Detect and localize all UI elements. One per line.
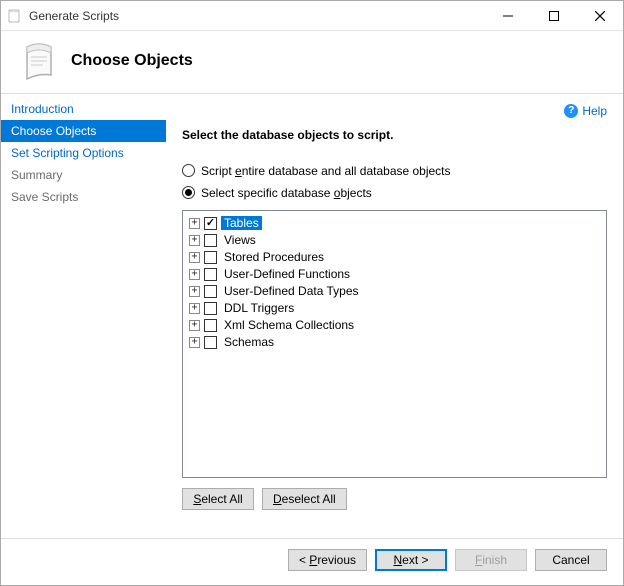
- checkbox[interactable]: [204, 268, 217, 281]
- sidebar-item-save-scripts: Save Scripts: [1, 186, 166, 208]
- help-icon: ?: [564, 104, 578, 118]
- expand-icon[interactable]: +: [189, 286, 200, 297]
- app-icon: [7, 8, 23, 24]
- checkbox[interactable]: [204, 319, 217, 332]
- tree-item-schemas[interactable]: + Schemas: [185, 334, 604, 351]
- expand-icon[interactable]: +: [189, 303, 200, 314]
- radio-script-entire-label: Script entire database and all database …: [201, 164, 451, 178]
- checkbox[interactable]: [204, 234, 217, 247]
- tree-label: Stored Procedures: [221, 250, 327, 264]
- maximize-button[interactable]: [531, 1, 577, 30]
- radio-icon: [182, 164, 195, 177]
- checkbox[interactable]: [204, 217, 217, 230]
- window-title: Generate Scripts: [29, 9, 485, 23]
- script-page-icon: [19, 41, 59, 81]
- help-row: ? Help: [182, 102, 607, 118]
- tree-label: Views: [221, 233, 259, 247]
- titlebar: Generate Scripts: [1, 1, 623, 31]
- objects-tree[interactable]: + Tables + Views + Stored Procedures +: [182, 210, 607, 478]
- wizard-sidebar: Introduction Choose Objects Set Scriptin…: [1, 94, 166, 538]
- checkbox[interactable]: [204, 302, 217, 315]
- checkbox[interactable]: [204, 336, 217, 349]
- sidebar-item-choose-objects[interactable]: Choose Objects: [1, 120, 166, 142]
- expand-icon[interactable]: +: [189, 337, 200, 348]
- deselect-all-button[interactable]: Deselect All: [262, 488, 347, 510]
- wizard-content: ? Help Select the database objects to sc…: [166, 94, 623, 538]
- expand-icon[interactable]: +: [189, 235, 200, 246]
- tree-item-views[interactable]: + Views: [185, 232, 604, 249]
- help-link[interactable]: ? Help: [564, 104, 607, 118]
- tree-label: Tables: [221, 216, 262, 230]
- next-button[interactable]: Next >: [375, 549, 447, 571]
- sidebar-item-introduction[interactable]: Introduction: [1, 98, 166, 120]
- tree-item-tables[interactable]: + Tables: [185, 215, 604, 232]
- expand-icon[interactable]: +: [189, 218, 200, 229]
- tree-label: Xml Schema Collections: [221, 318, 357, 332]
- radio-icon: [182, 186, 195, 199]
- radio-select-specific-label: Select specific database objects: [201, 186, 372, 200]
- expand-icon[interactable]: +: [189, 320, 200, 331]
- radio-script-entire[interactable]: Script entire database and all database …: [182, 164, 607, 178]
- finish-button: Finish: [455, 549, 527, 571]
- help-label: Help: [582, 104, 607, 118]
- tree-label: User-Defined Data Types: [221, 284, 362, 298]
- page-title: Choose Objects: [71, 52, 193, 70]
- generate-scripts-window: Generate Scripts Choose Objects: [0, 0, 624, 586]
- expand-icon[interactable]: +: [189, 252, 200, 263]
- checkbox[interactable]: [204, 285, 217, 298]
- tree-label: DDL Triggers: [221, 301, 297, 315]
- instruction-text: Select the database objects to script.: [182, 128, 607, 142]
- tree-item-stored-procedures[interactable]: + Stored Procedures: [185, 249, 604, 266]
- tree-label: User-Defined Functions: [221, 267, 353, 281]
- sidebar-item-summary: Summary: [1, 164, 166, 186]
- tree-item-user-defined-data-types[interactable]: + User-Defined Data Types: [185, 283, 604, 300]
- selection-buttons: Select All Deselect All: [182, 488, 607, 510]
- radio-select-specific[interactable]: Select specific database objects: [182, 186, 607, 200]
- cancel-button[interactable]: Cancel: [535, 549, 607, 571]
- minimize-button[interactable]: [485, 1, 531, 30]
- sidebar-item-set-scripting-options[interactable]: Set Scripting Options: [1, 142, 166, 164]
- select-all-button[interactable]: Select All: [182, 488, 254, 510]
- wizard-header: Choose Objects: [1, 31, 623, 94]
- tree-item-xml-schema-collections[interactable]: + Xml Schema Collections: [185, 317, 604, 334]
- wizard-body: Introduction Choose Objects Set Scriptin…: [1, 94, 623, 538]
- previous-button[interactable]: < Previous: [288, 549, 367, 571]
- close-button[interactable]: [577, 1, 623, 30]
- wizard-footer: < Previous Next > Finish Cancel: [1, 538, 623, 585]
- tree-label: Schemas: [221, 335, 277, 349]
- tree-item-user-defined-functions[interactable]: + User-Defined Functions: [185, 266, 604, 283]
- checkbox[interactable]: [204, 251, 217, 264]
- expand-icon[interactable]: +: [189, 269, 200, 280]
- tree-item-ddl-triggers[interactable]: + DDL Triggers: [185, 300, 604, 317]
- window-controls: [485, 1, 623, 30]
